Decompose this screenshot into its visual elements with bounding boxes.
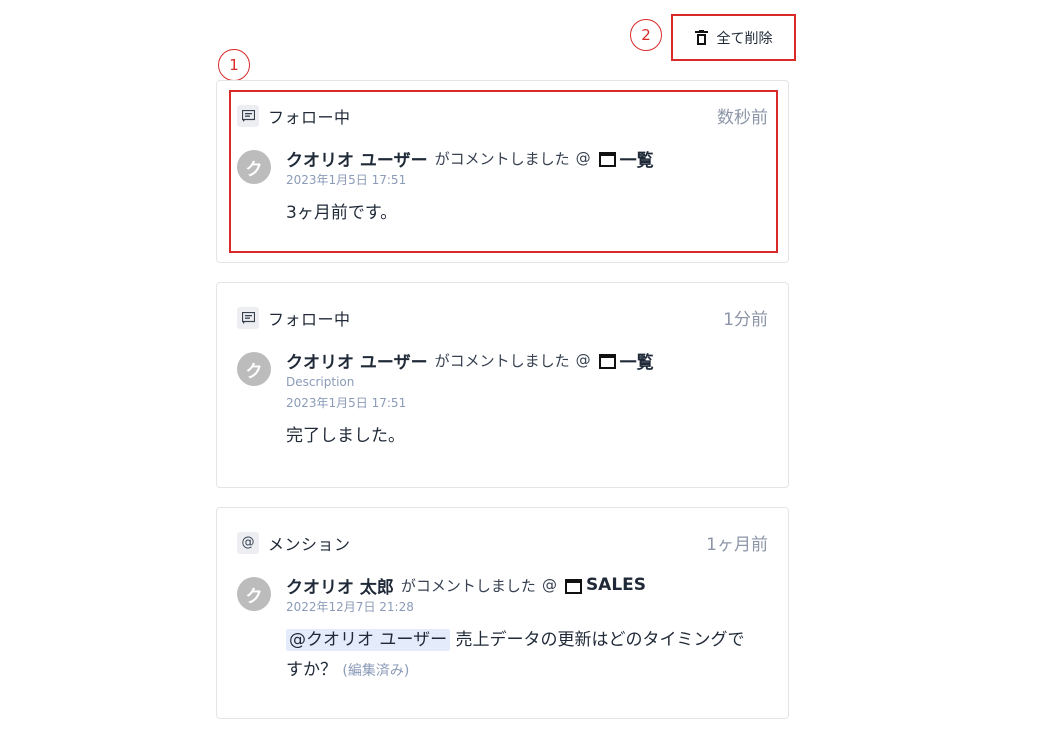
delete-all-label: 全て削除 xyxy=(716,29,773,46)
comment-message: 3ヶ月前です。 xyxy=(286,203,398,223)
notification-time: 1分前 xyxy=(723,310,768,330)
notification-panel: 2 全て削除 1 フォロー中 数秒前 ク クオリオ ユーザー がコメントしました… xyxy=(0,0,1046,730)
notification-card[interactable]: @ メンション 1ヶ月前 ク クオリオ 太郎 がコメントしました @ SALES… xyxy=(216,507,789,719)
action-text: がコメントしました xyxy=(400,576,536,595)
board-icon xyxy=(598,151,616,167)
avatar: ク xyxy=(237,150,271,184)
notification-time: 1ヶ月前 xyxy=(706,535,768,555)
at-sign: @ xyxy=(541,576,557,594)
comment-icon xyxy=(237,306,259,329)
board-icon xyxy=(598,353,616,369)
notification-type: メンション xyxy=(268,534,351,554)
at-icon: @ xyxy=(237,531,259,554)
notification-type: フォロー中 xyxy=(268,107,351,127)
comment-timestamp: 2022年12月7日 21:28 xyxy=(286,600,414,614)
user-name[interactable]: クオリオ 太郎 xyxy=(286,573,394,598)
notification-card[interactable]: フォロー中 1分前 ク クオリオ ユーザー がコメントしました @ 一覧 Des… xyxy=(216,282,789,488)
notification-card[interactable]: フォロー中 数秒前 ク クオリオ ユーザー がコメントしました @ 一覧 202… xyxy=(216,80,789,263)
board-link[interactable]: SALES xyxy=(586,575,646,595)
comment-timestamp: 2023年1月5日 17:51 xyxy=(286,396,407,410)
action-text: がコメントしました xyxy=(434,149,570,168)
comment-message: 完了しました。 xyxy=(286,426,405,446)
comment-icon xyxy=(237,104,259,127)
delete-all-button[interactable]: 全て削除 xyxy=(671,14,796,61)
board-link[interactable]: 一覧 xyxy=(620,146,654,171)
user-name[interactable]: クオリオ ユーザー xyxy=(286,146,428,171)
callout-2: 2 xyxy=(630,19,662,51)
action-text: がコメントしました xyxy=(434,351,570,370)
user-name[interactable]: クオリオ ユーザー xyxy=(286,348,428,373)
board-icon xyxy=(564,578,582,594)
avatar: ク xyxy=(237,352,271,386)
notification-type: フォロー中 xyxy=(268,309,351,329)
board-link[interactable]: 一覧 xyxy=(620,348,654,373)
at-sign: @ xyxy=(575,351,591,369)
comment-message: @クオリオ ユーザー 売上データの更新はどのタイミングですか？ (編集済み) xyxy=(286,625,756,686)
at-sign: @ xyxy=(575,149,591,167)
avatar: ク xyxy=(237,577,271,611)
edited-label: (編集済み) xyxy=(342,663,410,679)
user-mention[interactable]: @クオリオ ユーザー xyxy=(286,629,451,651)
field-name: Description xyxy=(286,375,355,389)
callout-1: 1 xyxy=(218,49,250,81)
comment-timestamp: 2023年1月5日 17:51 xyxy=(286,173,407,187)
trash-icon xyxy=(694,30,708,45)
notification-time: 数秒前 xyxy=(717,108,768,128)
